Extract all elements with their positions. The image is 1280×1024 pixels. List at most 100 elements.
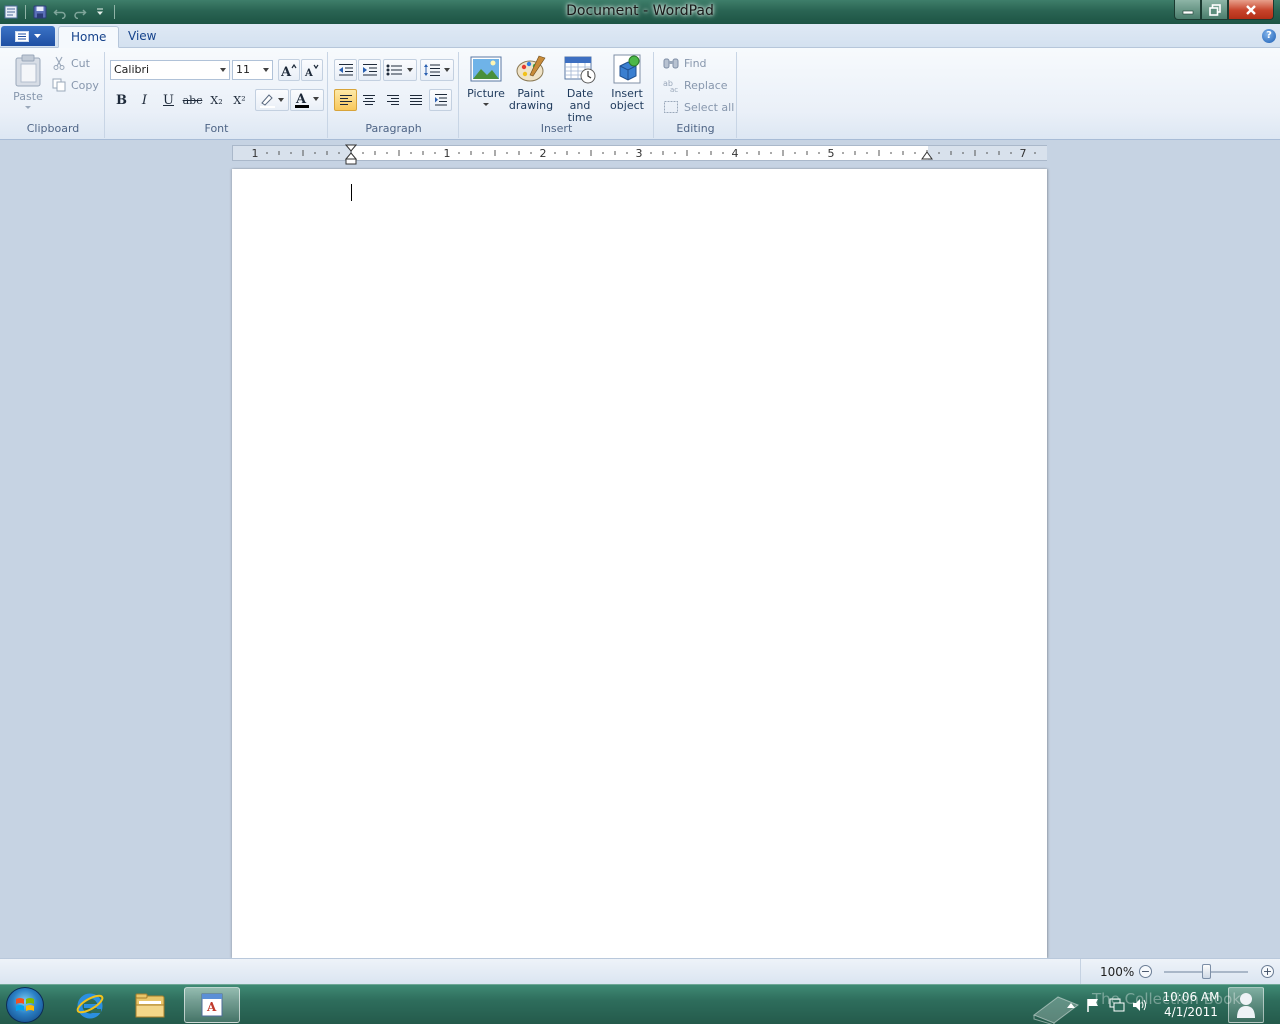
ribbon-home-panel: Paste Cut Copy Clipboard Calibri 11 A A … — [0, 48, 1280, 140]
right-indent-marker[interactable] — [921, 151, 933, 161]
strikethrough-button[interactable]: abc — [181, 89, 204, 111]
ruler-label: 5 — [828, 147, 835, 160]
align-left-button[interactable] — [334, 89, 357, 111]
font-group: Calibri 11 A A B I U abc X₂ X² A Font — [106, 52, 328, 138]
tab-view[interactable]: View — [116, 26, 168, 48]
action-center-icon[interactable] — [1085, 997, 1101, 1013]
paragraph-group-label: Paragraph — [365, 122, 422, 135]
taskbar: A The Collection Book 10:06 AM 4/1/2011 — [0, 984, 1280, 1024]
justify-button[interactable] — [404, 89, 427, 111]
zoom-level: 100% — [1100, 965, 1135, 979]
insert-group: Picture Paint drawing Date and time Inse… — [460, 52, 654, 138]
copy-button[interactable]: Copy — [52, 78, 99, 92]
bullets-button[interactable] — [383, 59, 417, 81]
font-size-select[interactable]: 11 — [232, 60, 273, 80]
highlight-color-button[interactable] — [255, 89, 289, 111]
ruler-label: 3 — [636, 147, 643, 160]
paste-label: Paste — [13, 90, 43, 103]
shrink-font-icon: A — [304, 64, 319, 77]
font-size-value: 11 — [236, 63, 250, 76]
network-icon[interactable] — [1109, 997, 1125, 1013]
font-family-select[interactable]: Calibri — [110, 60, 230, 80]
left-indent-marker[interactable] — [345, 144, 357, 166]
zoom-in-button[interactable]: + — [1261, 965, 1274, 978]
font-color-button[interactable]: A — [290, 89, 324, 111]
taskbar-wordpad[interactable]: A — [184, 987, 240, 1023]
paste-icon — [15, 54, 41, 87]
replace-label: Replace — [684, 78, 728, 92]
window-title: Document - WordPad — [566, 3, 714, 19]
window-controls — [1174, 0, 1274, 20]
decrease-indent-button[interactable] — [334, 59, 357, 81]
application-menu-button[interactable] — [1, 26, 55, 46]
folder-icon — [135, 993, 165, 1018]
system-clock[interactable]: 10:06 AM 4/1/2011 — [1160, 990, 1222, 1020]
close-button[interactable] — [1228, 0, 1274, 20]
show-desktop-button[interactable] — [1228, 987, 1264, 1023]
paint-drawing-label-line2: drawing — [508, 99, 554, 112]
user-avatar-icon — [1237, 993, 1255, 1018]
zoom-slider-thumb[interactable] — [1202, 964, 1211, 979]
clock-date: 4/1/2011 — [1164, 1005, 1218, 1019]
picture-icon — [470, 56, 502, 82]
taskbar-internet-explorer[interactable] — [62, 987, 118, 1023]
status-bar: 100% − + — [0, 958, 1280, 985]
select-all-icon — [664, 101, 678, 113]
replace-button[interactable]: ab ac Replace — [663, 78, 728, 93]
show-hidden-icons-button[interactable] — [1063, 997, 1079, 1013]
ruler-label: 7 — [1020, 147, 1027, 160]
superscript-button[interactable]: X² — [228, 89, 251, 111]
insert-object-label-line2: object — [610, 99, 644, 112]
svg-text:A: A — [206, 1000, 217, 1014]
clock-time: 10:06 AM — [1162, 990, 1220, 1004]
paragraph-settings-button[interactable] — [429, 89, 452, 111]
tab-home[interactable]: Home — [58, 26, 120, 48]
highlighter-icon — [260, 94, 284, 108]
underline-button[interactable]: U — [157, 89, 180, 111]
taskbar-file-explorer[interactable] — [122, 987, 178, 1023]
select-all-button[interactable]: Select all — [663, 100, 734, 114]
increase-indent-button[interactable] — [358, 59, 381, 81]
ribbon-tab-row: Home View ? — [0, 24, 1280, 48]
close-icon — [1246, 4, 1256, 15]
subscript-button[interactable]: X₂ — [205, 89, 228, 111]
minimize-button[interactable] — [1174, 0, 1201, 20]
editing-group-label: Editing — [676, 122, 715, 135]
line-spacing-button[interactable] — [420, 59, 454, 81]
find-button[interactable]: Find — [663, 56, 707, 70]
insert-picture-button[interactable]: Picture — [466, 54, 506, 107]
paste-button[interactable]: Paste — [8, 54, 48, 110]
insert-object-icon — [613, 54, 641, 84]
paint-palette-icon — [516, 55, 546, 82]
increase-indent-icon — [362, 64, 377, 76]
paint-drawing-button[interactable]: Paint drawing — [508, 54, 554, 112]
cut-button[interactable]: Cut — [52, 56, 90, 70]
volume-icon[interactable] — [1132, 997, 1148, 1013]
select-all-label: Select all — [684, 100, 735, 114]
align-left-icon — [339, 95, 352, 105]
decrease-indent-icon — [338, 64, 353, 76]
grow-font-icon: A — [281, 63, 297, 77]
insert-object-button[interactable]: Insert object — [606, 54, 648, 112]
document-page[interactable] — [232, 169, 1047, 958]
bold-button[interactable]: B — [110, 89, 133, 111]
grow-font-button[interactable]: A — [278, 59, 300, 81]
chevron-up-icon — [1067, 1003, 1075, 1008]
clipboard-group-label: Clipboard — [26, 122, 80, 135]
start-button[interactable] — [6, 987, 44, 1023]
cut-label: Cut — [71, 56, 90, 70]
italic-button[interactable]: I — [133, 89, 156, 111]
internet-explorer-icon — [76, 993, 104, 1019]
font-family-value: Calibri — [114, 63, 150, 76]
calendar-clock-icon — [564, 56, 596, 84]
date-and-time-button[interactable]: Date and time — [556, 54, 604, 124]
align-center-button[interactable] — [357, 89, 380, 111]
zoom-out-button[interactable]: − — [1139, 965, 1152, 978]
help-icon[interactable]: ? — [1262, 29, 1276, 43]
align-right-icon — [386, 95, 399, 105]
align-right-button[interactable] — [381, 89, 404, 111]
shrink-font-button[interactable]: A — [301, 59, 323, 81]
status-separator — [1080, 959, 1081, 985]
chevron-down-icon — [25, 106, 31, 109]
restore-button[interactable] — [1201, 0, 1228, 20]
